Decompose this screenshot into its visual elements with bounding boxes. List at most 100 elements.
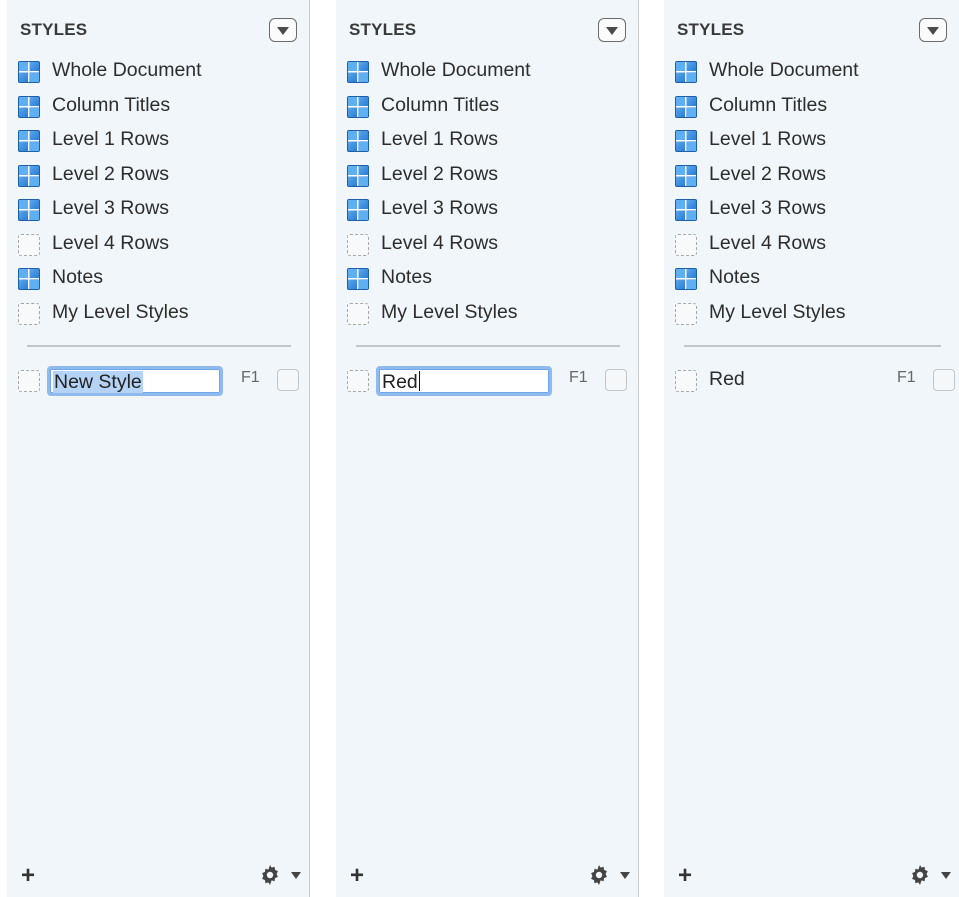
- dashed-empty-style-icon: [18, 233, 40, 256]
- blue-quad-style-icon: [18, 61, 40, 83]
- dashed-empty-style-icon: [347, 302, 369, 325]
- style-list: Whole Document Column Titles Level 1 Row…: [347, 57, 638, 333]
- panel-title: STYLES: [677, 20, 745, 39]
- style-label: Level 3 Rows: [381, 197, 499, 219]
- gear-icon: [591, 865, 607, 885]
- styles-panel-3: STYLES Whole Document Column Titles Leve…: [664, 0, 959, 897]
- blue-quad-style-icon: [347, 130, 369, 152]
- gear-menu-button[interactable]: [907, 863, 951, 887]
- dashed-empty-style-icon: [675, 302, 697, 325]
- chevron-down-icon: [291, 872, 301, 879]
- style-label: Level 2 Rows: [709, 162, 827, 185]
- styles-panel-1: STYLES Whole Document Column Titles Leve…: [7, 0, 310, 897]
- new-style-row[interactable]: New Style F1: [18, 366, 309, 396]
- dashed-empty-style-icon: [18, 370, 40, 392]
- style-checkbox[interactable]: [277, 369, 299, 391]
- blue-quad-style-icon: [675, 95, 697, 118]
- style-checkbox[interactable]: [605, 369, 627, 391]
- add-style-button[interactable]: +: [21, 862, 35, 890]
- style-label: Level 4 Rows: [381, 231, 499, 254]
- panel-header: STYLES: [349, 18, 626, 42]
- blue-quad-style-icon: [347, 199, 369, 221]
- panel-header: STYLES: [677, 18, 947, 42]
- style-list: Whole Document Column Titles Level 1 Row…: [18, 57, 309, 333]
- divider: [27, 345, 291, 347]
- panel-header: STYLES: [20, 18, 297, 42]
- style-label: Level 4 Rows: [709, 231, 827, 254]
- style-label: Level 4 Rows: [52, 231, 170, 254]
- dashed-empty-style-icon: [347, 233, 369, 256]
- blue-quad-style-icon: [347, 268, 369, 290]
- new-style-row[interactable]: Red F1: [347, 366, 638, 396]
- blue-quad-style-icon: [347, 61, 369, 83]
- list-item[interactable]: Level 1 Rows: [347, 126, 638, 161]
- list-item[interactable]: Column Titles: [675, 92, 959, 127]
- list-item[interactable]: Notes: [347, 264, 638, 299]
- blue-quad-style-icon: [18, 199, 40, 221]
- style-name: Red: [709, 368, 745, 390]
- list-item[interactable]: Level 4 Rows: [675, 230, 959, 265]
- blue-quad-style-icon: [675, 130, 697, 152]
- list-item[interactable]: My Level Styles: [18, 299, 309, 334]
- style-label: Column Titles: [709, 93, 828, 116]
- list-item[interactable]: Level 2 Rows: [347, 161, 638, 196]
- blue-quad-style-icon: [18, 164, 40, 187]
- dropdown-triangle-icon[interactable]: [598, 18, 626, 42]
- style-label: Whole Document: [52, 59, 202, 81]
- list-item[interactable]: Level 1 Rows: [18, 126, 309, 161]
- list-item[interactable]: Level 4 Rows: [18, 230, 309, 265]
- shortcut-key: F1: [241, 369, 260, 386]
- style-label: My Level Styles: [709, 300, 846, 323]
- style-name-input[interactable]: Red: [376, 366, 552, 396]
- style-label: Column Titles: [52, 93, 171, 116]
- list-item[interactable]: My Level Styles: [347, 299, 638, 334]
- list-item[interactable]: My Level Styles: [675, 299, 959, 334]
- style-label: Level 1 Rows: [381, 128, 499, 150]
- blue-quad-style-icon: [675, 164, 697, 187]
- list-item[interactable]: Notes: [675, 264, 959, 299]
- gear-menu-button[interactable]: [257, 863, 301, 887]
- selected-text: New Style: [53, 371, 143, 393]
- new-style-row[interactable]: Red F1: [675, 366, 959, 396]
- text-caret: [418, 371, 421, 391]
- input-text: Red: [382, 371, 418, 393]
- list-item[interactable]: Level 2 Rows: [18, 161, 309, 196]
- blue-quad-style-icon: [18, 95, 40, 118]
- list-item[interactable]: Whole Document: [675, 57, 959, 92]
- style-label: Column Titles: [381, 93, 500, 116]
- dropdown-triangle-icon[interactable]: [919, 18, 947, 42]
- chevron-down-icon: [941, 872, 951, 879]
- panel-footer: +: [678, 862, 951, 890]
- style-label: Notes: [709, 266, 760, 288]
- list-item[interactable]: Column Titles: [18, 92, 309, 127]
- style-label: Level 3 Rows: [52, 197, 170, 219]
- dropdown-triangle-icon[interactable]: [269, 18, 297, 42]
- list-item[interactable]: Whole Document: [347, 57, 638, 92]
- add-style-button[interactable]: +: [678, 862, 692, 890]
- style-label: Whole Document: [381, 59, 531, 81]
- style-label: Notes: [52, 266, 103, 288]
- shortcut-key: F1: [569, 369, 588, 386]
- dashed-empty-style-icon: [675, 233, 697, 256]
- add-style-button[interactable]: +: [350, 862, 364, 890]
- dashed-empty-style-icon: [18, 302, 40, 325]
- list-item[interactable]: Column Titles: [347, 92, 638, 127]
- list-item[interactable]: Level 3 Rows: [18, 195, 309, 230]
- shortcut-key: F1: [897, 369, 916, 386]
- list-item[interactable]: Level 3 Rows: [675, 195, 959, 230]
- style-name-input[interactable]: New Style: [47, 366, 223, 396]
- list-item[interactable]: Level 3 Rows: [347, 195, 638, 230]
- list-item[interactable]: Level 1 Rows: [675, 126, 959, 161]
- gear-menu-button[interactable]: [586, 863, 630, 887]
- list-item[interactable]: Whole Document: [18, 57, 309, 92]
- style-label: Notes: [381, 266, 432, 288]
- list-item[interactable]: Level 4 Rows: [347, 230, 638, 265]
- blue-quad-style-icon: [18, 268, 40, 290]
- panel-footer: +: [21, 862, 301, 890]
- list-item[interactable]: Notes: [18, 264, 309, 299]
- list-item[interactable]: Level 2 Rows: [675, 161, 959, 196]
- style-label: Level 1 Rows: [709, 128, 827, 150]
- style-label: Level 2 Rows: [381, 162, 499, 185]
- dashed-empty-style-icon: [347, 370, 369, 392]
- style-checkbox[interactable]: [933, 369, 955, 391]
